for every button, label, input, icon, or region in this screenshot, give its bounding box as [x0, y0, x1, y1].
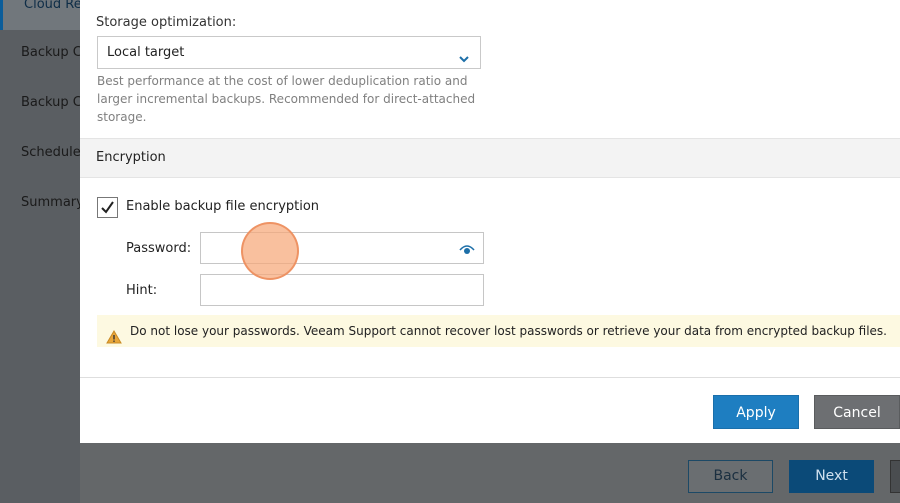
eye-icon[interactable] [459, 242, 475, 260]
checkmark-icon [101, 201, 114, 214]
wizard-step-backup-cache[interactable]: Backup C [0, 28, 80, 78]
warning-text: Do not lose your passwords. Veeam Suppor… [130, 324, 887, 338]
storage-optimization-value: Local target [107, 45, 185, 60]
dialog-divider [80, 377, 900, 378]
chevron-down-icon [458, 46, 470, 63]
warning-icon [106, 324, 122, 347]
wizard-step-cloud-repository[interactable]: Cloud Re [0, 0, 80, 30]
wizard-steps-sidebar: Cloud Re Backup C Backup C Schedule Summ… [0, 0, 80, 503]
wizard-footer [80, 443, 900, 503]
click-indicator [241, 222, 299, 280]
password-warning-banner: Do not lose your passwords. Veeam Suppor… [97, 315, 900, 347]
next-button[interactable]: Next [789, 460, 874, 493]
storage-optimization-select[interactable]: Local target [97, 36, 481, 69]
hint-label: Hint: [126, 283, 158, 298]
wizard-step-schedule[interactable]: Schedule [0, 128, 80, 178]
apply-button[interactable]: Apply [713, 395, 799, 429]
password-label: Password: [126, 241, 192, 256]
storage-optimization-label: Storage optimization: [96, 15, 237, 30]
enable-encryption-checkbox[interactable] [97, 197, 118, 218]
back-button[interactable]: Back [688, 460, 773, 493]
encryption-section-header: Encryption [80, 138, 900, 178]
enable-encryption-label[interactable]: Enable backup file encryption [126, 199, 319, 214]
wizard-step-summary[interactable]: Summary [0, 178, 80, 228]
advanced-settings-dialog: Storage optimization: Local target Best … [80, 0, 900, 443]
finish-button-partial[interactable] [890, 460, 900, 493]
cancel-button[interactable]: Cancel [814, 395, 900, 429]
hint-input[interactable] [200, 274, 484, 306]
storage-optimization-description: Best performance at the cost of lower de… [97, 74, 476, 124]
wizard-step-backup-copy[interactable]: Backup C [0, 78, 80, 128]
